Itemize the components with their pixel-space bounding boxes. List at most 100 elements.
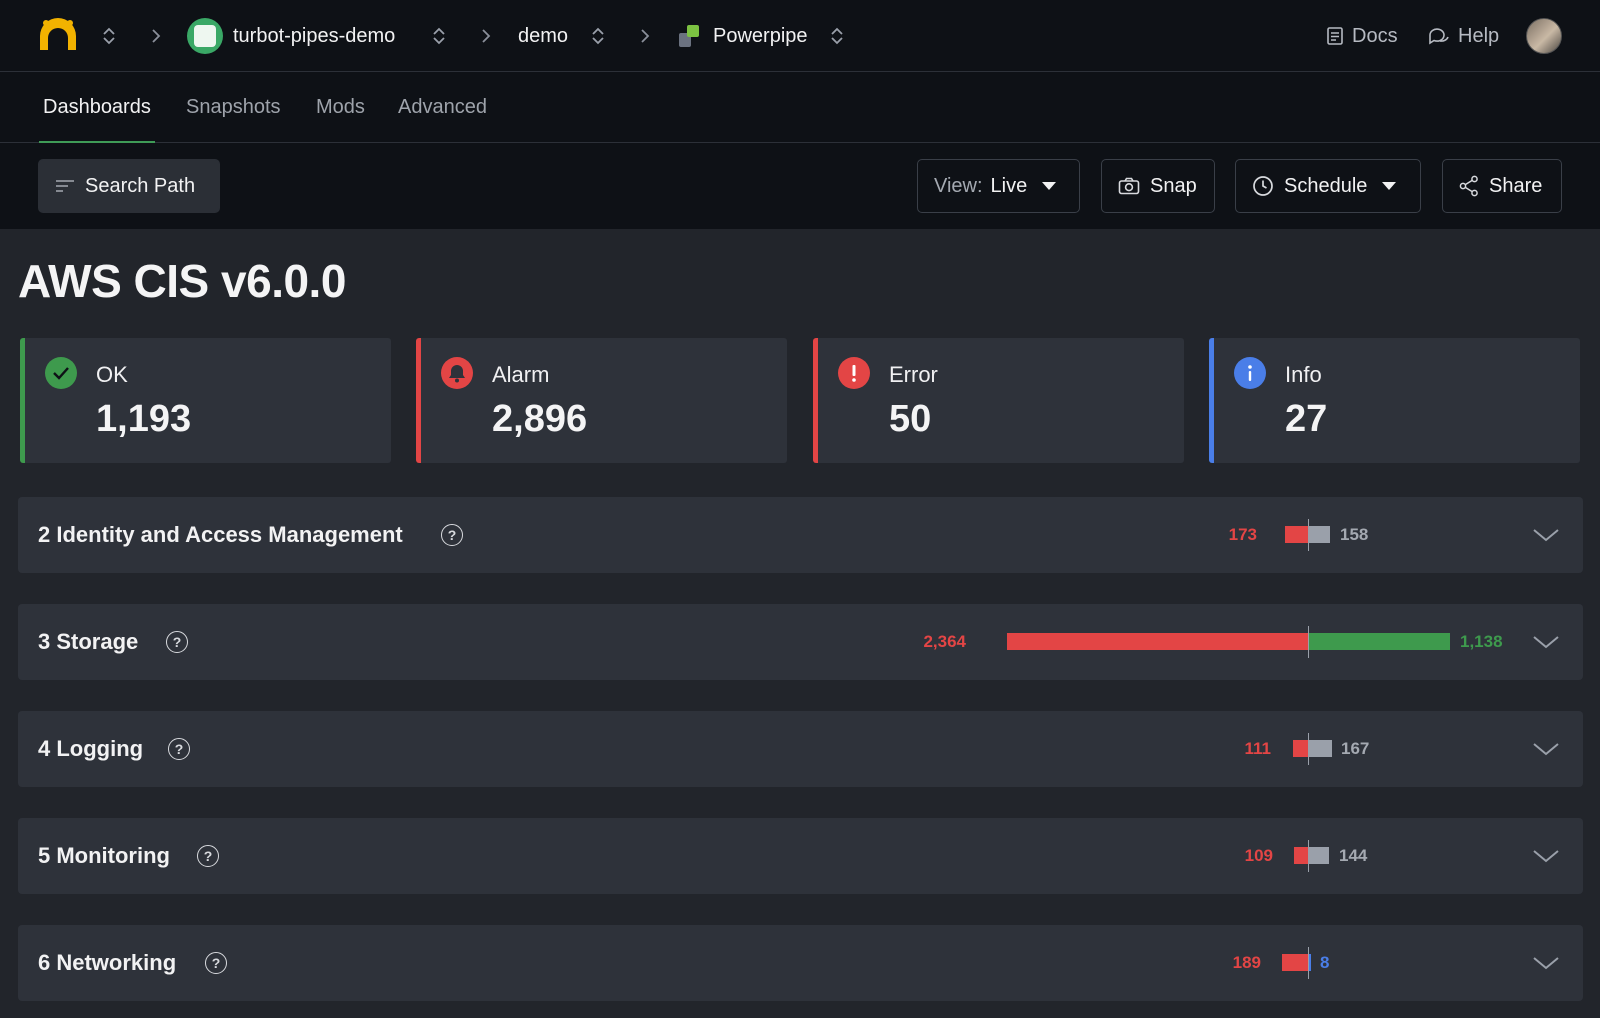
alarm-bar bbox=[1293, 740, 1308, 757]
summary-value: 50 bbox=[889, 398, 932, 440]
org-switcher-icon[interactable] bbox=[98, 24, 120, 48]
workspace-avatar bbox=[187, 18, 223, 54]
product-switcher-icon[interactable] bbox=[826, 24, 848, 48]
help-circle-icon[interactable]: ? bbox=[168, 738, 190, 760]
summary-value: 27 bbox=[1285, 398, 1328, 440]
section-monitoring[interactable]: 5 Monitoring ? 109 144 bbox=[18, 818, 1583, 894]
section-storage[interactable]: 3 Storage ? 2,364 1,138 bbox=[18, 604, 1583, 680]
alarm-count: 109 bbox=[1244, 846, 1273, 865]
section-title: 6 Networking bbox=[38, 950, 177, 975]
help-link[interactable]: Help bbox=[1428, 0, 1499, 72]
breadcrumb-product[interactable]: Powerpipe bbox=[677, 0, 808, 72]
tab-dashboards[interactable]: Dashboards bbox=[39, 72, 155, 144]
skip-count: 167 bbox=[1341, 739, 1370, 758]
exclamation-icon bbox=[838, 357, 870, 389]
powerpipe-logo-icon[interactable] bbox=[34, 14, 82, 54]
section-title: 5 Monitoring bbox=[38, 843, 170, 868]
help-chat-icon bbox=[1429, 28, 1449, 45]
tab-snapshots[interactable]: Snapshots bbox=[186, 72, 281, 143]
breadcrumb-chevron-icon bbox=[635, 24, 655, 48]
section-title: 4 Logging bbox=[38, 736, 144, 761]
top-bar: turbot-pipes-demo demo Powerpipe Docs He… bbox=[0, 0, 1600, 72]
view-select[interactable]: View: Live bbox=[917, 159, 1080, 213]
breadcrumb-project[interactable]: demo bbox=[518, 0, 568, 72]
section-title: 2 Identity and Access Management bbox=[38, 522, 403, 547]
summary-card-info: Info 27 bbox=[1209, 338, 1580, 463]
caret-down-icon bbox=[1382, 182, 1397, 190]
project-switcher-icon[interactable] bbox=[587, 24, 609, 48]
summary-card-error: Error 50 bbox=[813, 338, 1184, 463]
alarm-count: 2,364 bbox=[923, 632, 966, 651]
caret-down-icon bbox=[1042, 182, 1057, 190]
camera-icon bbox=[1118, 177, 1140, 195]
docs-link[interactable]: Docs bbox=[1326, 0, 1398, 72]
alarm-count: 189 bbox=[1232, 953, 1261, 972]
breadcrumb-chevron-icon bbox=[146, 24, 166, 48]
summary-value: 2,896 bbox=[492, 398, 588, 440]
chevron-down-icon[interactable] bbox=[1531, 949, 1561, 977]
bell-icon bbox=[441, 357, 473, 389]
skip-bar bbox=[1309, 740, 1332, 757]
breadcrumb-chevron-icon bbox=[476, 24, 496, 48]
info-count: 8 bbox=[1320, 953, 1330, 972]
chevron-down-icon[interactable] bbox=[1531, 628, 1561, 656]
section-networking[interactable]: 6 Networking ? 189 8 bbox=[18, 925, 1583, 1001]
search-path-button[interactable]: Search Path bbox=[38, 159, 220, 213]
summary-label: Alarm bbox=[492, 362, 550, 387]
section-logging[interactable]: 4 Logging ? 111 167 bbox=[18, 711, 1583, 787]
chevron-down-icon[interactable] bbox=[1531, 842, 1561, 870]
view-prefix-label: View: bbox=[934, 174, 983, 197]
clock-icon bbox=[1253, 176, 1273, 196]
search-path-label: Search Path bbox=[85, 174, 196, 197]
powerpipe-product-icon bbox=[679, 25, 699, 47]
help-circle-icon[interactable]: ? bbox=[205, 952, 227, 974]
help-circle-icon[interactable]: ? bbox=[441, 524, 463, 546]
alarm-bar bbox=[1294, 847, 1308, 864]
summary-label: Info bbox=[1285, 362, 1322, 387]
workspace-switcher-icon[interactable] bbox=[428, 24, 450, 48]
section-title: 3 Storage bbox=[38, 629, 139, 654]
docs-label: Docs bbox=[1352, 24, 1398, 47]
user-avatar[interactable] bbox=[1526, 18, 1562, 54]
tab-mods[interactable]: Mods bbox=[316, 72, 365, 143]
alarm-count: 111 bbox=[1244, 739, 1272, 758]
alarm-bar bbox=[1282, 954, 1308, 971]
tab-advanced[interactable]: Advanced bbox=[398, 72, 487, 143]
skip-count: 144 bbox=[1339, 846, 1368, 865]
summary-label: Error bbox=[889, 362, 938, 387]
ok-count: 1,138 bbox=[1460, 632, 1503, 651]
snap-label: Snap bbox=[1150, 174, 1197, 197]
section-iam[interactable]: 2 Identity and Access Management ? 173 1… bbox=[18, 497, 1583, 573]
skip-bar bbox=[1309, 847, 1329, 864]
summary-card-alarm: Alarm 2,896 bbox=[416, 338, 787, 463]
chevron-down-icon[interactable] bbox=[1531, 735, 1561, 763]
breadcrumb-workspace[interactable]: turbot-pipes-demo bbox=[187, 0, 395, 72]
info-icon bbox=[1234, 357, 1266, 389]
ok-bar bbox=[1309, 633, 1450, 650]
share-button[interactable]: Share bbox=[1442, 159, 1562, 213]
info-bar bbox=[1309, 954, 1311, 971]
share-icon bbox=[1459, 175, 1478, 197]
share-label: Share bbox=[1489, 174, 1543, 197]
snap-button[interactable]: Snap bbox=[1101, 159, 1215, 213]
dashboard-toolbar: Search Path View: Live Snap Schedule Sha… bbox=[0, 143, 1600, 229]
chevron-down-icon[interactable] bbox=[1531, 521, 1561, 549]
summary-label: OK bbox=[96, 362, 128, 387]
schedule-button[interactable]: Schedule bbox=[1235, 159, 1421, 213]
page-title: AWS CIS v6.0.0 bbox=[18, 255, 346, 307]
filter-lines-icon bbox=[56, 180, 74, 192]
check-circle-icon bbox=[45, 357, 77, 389]
help-circle-icon[interactable]: ? bbox=[166, 631, 188, 653]
project-name: demo bbox=[518, 24, 569, 47]
summary-value: 1,193 bbox=[96, 398, 192, 440]
main-tabs: Dashboards Snapshots Mods Advanced bbox=[0, 72, 1600, 144]
view-value: Live bbox=[990, 174, 1028, 197]
help-circle-icon[interactable]: ? bbox=[197, 845, 219, 867]
alarm-count: 173 bbox=[1228, 525, 1257, 544]
product-name: Powerpipe bbox=[713, 24, 808, 47]
skip-count: 158 bbox=[1340, 525, 1369, 544]
schedule-label: Schedule bbox=[1284, 174, 1368, 197]
summary-card-ok: OK 1,193 bbox=[20, 338, 391, 463]
workspace-name: turbot-pipes-demo bbox=[233, 24, 396, 47]
alarm-bar bbox=[1285, 526, 1308, 543]
